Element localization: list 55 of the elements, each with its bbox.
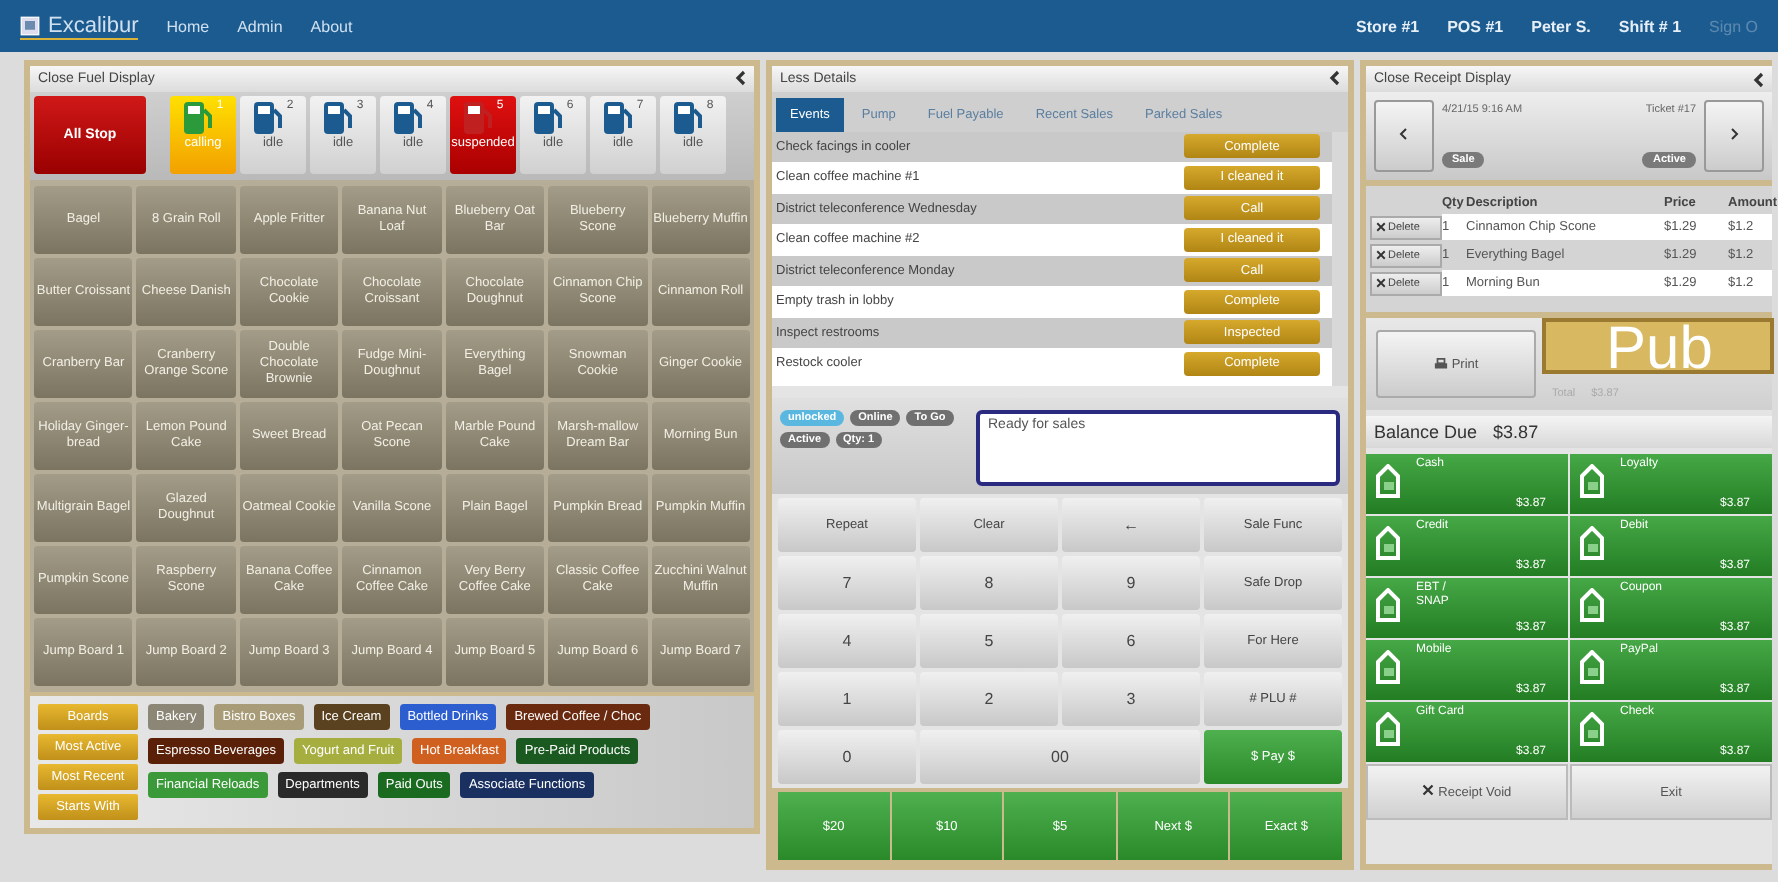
close-icon xyxy=(1376,222,1386,232)
close-icon xyxy=(1422,784,1435,796)
fuel-pump-icon xyxy=(532,99,565,136)
keypad-button[interactable]: 5 xyxy=(920,614,1058,668)
fuel-pump-icon xyxy=(462,99,495,136)
overlay-banner: Pub xyxy=(1542,318,1774,374)
next-button[interactable] xyxy=(1704,100,1764,172)
keypad-button[interactable]: 3 xyxy=(1062,672,1200,726)
status-text: POS #1 xyxy=(1447,17,1504,35)
tag-icon xyxy=(1576,588,1608,624)
previous-button[interactable] xyxy=(1374,100,1434,172)
nav-link[interactable]: About xyxy=(310,17,353,35)
chevron-left-icon xyxy=(1396,125,1412,141)
keypad-button[interactable]: 00 xyxy=(920,730,1200,784)
fuel-pump-icon xyxy=(672,99,705,136)
logo-icon xyxy=(20,15,40,35)
balance-label: Balance Due xyxy=(1374,422,1478,442)
fuel-pump-icon xyxy=(602,99,635,136)
brand-name: Excalibur xyxy=(48,13,139,37)
tag-icon xyxy=(1576,526,1608,562)
close-icon xyxy=(1376,250,1386,260)
keypad-button[interactable]: ← xyxy=(1062,498,1200,552)
keypad-button[interactable]: 4 xyxy=(778,614,916,668)
tag-icon xyxy=(1372,464,1404,500)
status-text: Store #1 xyxy=(1356,17,1420,35)
keypad-button[interactable]: 1 xyxy=(778,672,916,726)
tag-icon xyxy=(1576,650,1608,686)
close-icon xyxy=(1376,278,1386,288)
collapse-icon[interactable] xyxy=(1328,70,1340,87)
keypad-button[interactable]: 6 xyxy=(1062,614,1200,668)
brand-logo[interactable]: Excalibur xyxy=(20,13,139,39)
printer-icon xyxy=(1433,357,1448,371)
fuel-pump-icon xyxy=(182,99,215,136)
tag-icon xyxy=(1576,464,1608,500)
keypad-button[interactable]: 0 xyxy=(778,730,916,784)
balance-amount: $3.87 xyxy=(1493,422,1539,442)
keypad-button[interactable]: 8 xyxy=(920,556,1058,610)
keypad-button[interactable]: 9 xyxy=(1062,556,1200,610)
tag-icon xyxy=(1372,650,1404,686)
tag-icon xyxy=(1576,712,1608,748)
nav-link[interactable]: Admin xyxy=(237,17,283,35)
fuel-pump-icon xyxy=(252,99,285,136)
keypad-button[interactable]: 7 xyxy=(778,556,916,610)
keypad-button[interactable]: 2 xyxy=(920,672,1058,726)
collapse-icon[interactable] xyxy=(1752,71,1764,87)
fuel-pump-icon xyxy=(322,99,355,136)
collapse-icon[interactable] xyxy=(734,70,746,87)
tag-icon xyxy=(1372,588,1404,624)
tag-icon xyxy=(1372,526,1404,562)
status-text: Shift # 1 xyxy=(1618,17,1682,35)
chevron-right-icon xyxy=(1726,125,1742,141)
fuel-pump-icon xyxy=(392,99,425,136)
nav-link[interactable]: Home xyxy=(166,17,210,35)
status-text: Peter S. xyxy=(1531,17,1591,35)
tag-icon xyxy=(1372,712,1404,748)
